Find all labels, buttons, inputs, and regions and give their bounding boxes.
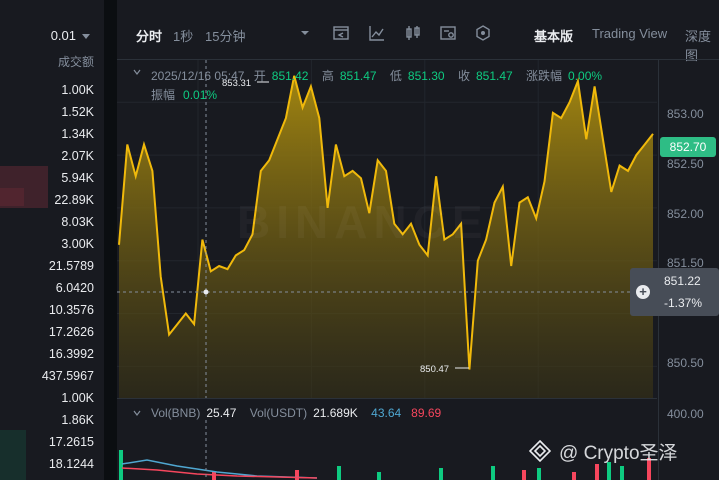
volume-bar	[620, 466, 624, 480]
tab-15m[interactable]: 15分钟	[205, 26, 245, 45]
y-tick: 853.00	[667, 107, 704, 121]
tab-1s[interactable]: 1秒	[173, 26, 193, 45]
tab-time[interactable]: 分时	[136, 26, 162, 45]
crosshair-price: 851.22	[664, 274, 701, 288]
settings-icon[interactable]	[439, 24, 457, 42]
ohlc-low: 851.30	[407, 69, 445, 83]
y-tick: 852.50	[667, 157, 704, 171]
vol-ma1: 43.64	[371, 406, 402, 420]
order-book-rows: 1.00K 1.52K 1.34K 2.07K 5.94K 22.89K 8.03K 3.00…	[0, 81, 94, 477]
y-tick: 850.50	[667, 356, 704, 370]
hexagon-icon[interactable]	[474, 24, 492, 42]
view-tradingview[interactable]: Trading View	[592, 26, 667, 41]
crosshair-point	[203, 289, 209, 295]
order-book-row[interactable]: 10.3576	[0, 301, 94, 323]
current-price-tag: 852.70	[660, 137, 716, 157]
book-header-amount: 成交额	[57, 55, 94, 69]
ohlc-amplitude: 振幅 0.01%	[151, 88, 218, 102]
vol-bnb-value: 25.47	[206, 406, 237, 420]
order-book-row[interactable]: 1.00K	[0, 81, 94, 103]
volume-bar	[295, 470, 299, 480]
order-book-row[interactable]: 437.5967	[0, 367, 94, 389]
y-tick: 852.00	[667, 207, 704, 221]
order-book-row[interactable]: 1.00K	[0, 389, 94, 411]
order-book-row[interactable]: 17.2615	[0, 433, 94, 455]
precision-select[interactable]: 0.01	[51, 28, 90, 43]
collapse-icon[interactable]	[133, 409, 141, 417]
chevron-down-icon[interactable]	[299, 27, 311, 39]
order-book-row[interactable]: 2.07K	[0, 147, 94, 169]
ohlc-datetime: 2025/12/16 05:47	[151, 69, 245, 83]
vol-ma2: 89.69	[411, 406, 442, 420]
order-book-row[interactable]: 6.0420	[0, 279, 94, 301]
vol-usdt-value: 21.689K	[313, 406, 358, 420]
order-book-row[interactable]: 21.5789	[0, 257, 94, 279]
ohlc-close: 851.47	[475, 69, 513, 83]
vol-y-tick: 400.00	[667, 407, 704, 421]
binance-logo-icon	[529, 440, 551, 462]
order-book-row[interactable]: 8.03K	[0, 213, 94, 235]
order-book: 0.01 成交额 1.00K 1.52K 1.34K 2.07K 5.94K 22.89K…	[0, 0, 104, 480]
chart-panel: 分时 1秒 15分钟 基本版 Trading View 深度图 853.31 8…	[117, 0, 719, 480]
order-book-row[interactable]: 1.52K	[0, 103, 94, 125]
chevron-down-icon	[82, 34, 90, 40]
crosshair-change: -1.37%	[664, 296, 703, 310]
svg-text:850.47: 850.47	[420, 364, 449, 375]
order-book-row[interactable]: 5.94K	[0, 169, 94, 191]
order-book-row[interactable]: 22.89K	[0, 191, 94, 213]
volume-bar	[595, 464, 599, 480]
order-book-row[interactable]: 17.2626	[0, 323, 94, 345]
exchange-watermark: BINANCE	[237, 195, 489, 249]
order-book-row[interactable]: 18.1244	[0, 455, 94, 477]
crosshair-price-tag: + 851.22 -1.37%	[630, 268, 719, 316]
volume-divider	[117, 398, 657, 399]
volume-bar	[572, 472, 576, 480]
volume-bar	[212, 472, 216, 480]
ohlc-open: 851.42	[271, 69, 309, 83]
volume-bar	[439, 468, 443, 480]
panel-divider	[104, 0, 117, 480]
indicator-icon[interactable]	[332, 24, 350, 42]
ohlc-high: 851.47	[339, 69, 377, 83]
order-book-row[interactable]: 3.00K	[0, 235, 94, 257]
order-book-row[interactable]: 1.34K	[0, 125, 94, 147]
volume-bar	[522, 470, 526, 480]
volume-bar	[337, 466, 341, 480]
line-tool-icon[interactable]	[368, 24, 386, 42]
volume-bar	[119, 450, 123, 480]
view-basic[interactable]: 基本版	[534, 26, 573, 45]
chart-toolbar: 分时 1秒 15分钟 基本版 Trading View 深度图	[117, 0, 719, 63]
plus-icon[interactable]: +	[636, 285, 650, 299]
ohlc-info: 2025/12/16 05:47 开 851.42 高 851.47 低 851.30…	[151, 69, 603, 83]
volume-info: Vol(BNB) 25.47 Vol(USDT) 21.689K 43.64 89.6…	[151, 406, 442, 420]
candle-type-icon[interactable]	[404, 24, 422, 42]
volume-bar	[537, 468, 541, 480]
volume-bar	[377, 472, 381, 480]
order-book-row[interactable]: 1.86K	[0, 411, 94, 433]
volume-bar	[491, 466, 495, 480]
order-book-row[interactable]: 16.3992	[0, 345, 94, 367]
ohlc-change: 0.00%	[568, 69, 603, 83]
watermark-text: @ Crypto圣泽	[559, 443, 678, 464]
